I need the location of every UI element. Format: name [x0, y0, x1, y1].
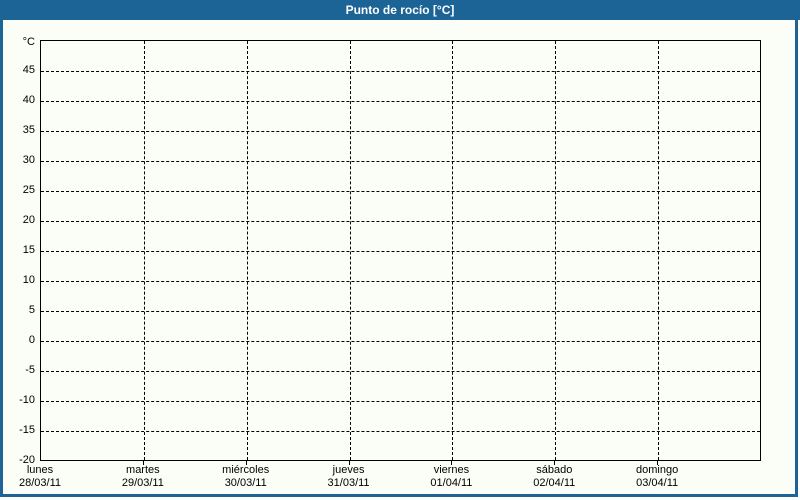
y-gridline--5 [41, 371, 760, 372]
y-gridline-40 [41, 101, 760, 102]
y-tick-label--10: -10 [19, 394, 35, 406]
x-tick-label-domingo: domingo 03/04/11 [602, 464, 712, 490]
y-tick-label-0: 0 [28, 334, 35, 346]
x-tick-label-martes: martes 29/03/11 [88, 464, 198, 490]
x-tick-label-lunes: lunes 28/03/11 [0, 464, 95, 490]
y-gridline-30 [41, 161, 760, 162]
x-gridline-domingo [658, 41, 660, 460]
y-gridline-35 [41, 131, 760, 132]
chart-title: Punto de rocío [°C] [345, 3, 455, 17]
day-date: 29/03/11 [121, 477, 164, 489]
y-tick-label-10: 10 [22, 274, 35, 286]
y-gridline-10 [41, 281, 760, 282]
day-name: miércoles [222, 464, 270, 476]
y-axis-unit-label: °C [22, 36, 35, 48]
day-date: 02/04/11 [533, 477, 576, 489]
y-tick-label--15: -15 [19, 424, 35, 436]
day-name: lunes [26, 464, 54, 476]
title-bar: Punto de rocío [°C] [0, 0, 800, 20]
y-gridline-5 [41, 311, 760, 312]
day-name: domingo [636, 464, 679, 476]
day-date: 31/03/11 [327, 477, 370, 489]
day-date: 28/03/11 [18, 477, 61, 489]
x-tick-label-miércoles: miércoles 30/03/11 [191, 464, 301, 490]
y-gridline-25 [41, 191, 760, 192]
y-tick-label-15: 15 [22, 244, 35, 256]
x-gridline-viernes [452, 41, 454, 460]
y-tick-label-30: 30 [22, 154, 35, 166]
y-tick-label-35: 35 [22, 124, 35, 136]
x-tick-label-jueves: jueves 31/03/11 [294, 464, 404, 490]
plot-area [40, 40, 761, 461]
day-name: sábado [536, 464, 573, 476]
x-gridline-jueves [349, 41, 351, 460]
day-date: 03/04/11 [636, 477, 679, 489]
y-tick-label-20: 20 [22, 214, 35, 226]
day-name: jueves [332, 464, 365, 476]
y-gridline--15 [41, 431, 760, 432]
y-tick-label-5: 5 [28, 304, 35, 316]
y-gridline--10 [41, 401, 760, 402]
chart-window: Punto de rocío [°C] °C 45 40 35 30 25 20 15 10 5… [0, 0, 800, 500]
y-gridline-45 [41, 71, 760, 72]
y-tick-label--5: -5 [25, 364, 35, 376]
y-gridline-15 [41, 251, 760, 252]
x-tick-label-sábado: sábado 02/04/11 [499, 464, 609, 490]
x-gridline-sábado [555, 41, 557, 460]
y-tick-label-40: 40 [22, 94, 35, 106]
day-name: martes [126, 464, 160, 476]
x-tick-label-viernes: viernes 01/04/11 [396, 464, 506, 490]
x-gridline-miércoles [246, 41, 248, 460]
x-gridline-martes [143, 41, 145, 460]
y-gridline-0 [41, 341, 760, 342]
y-tick-label-45: 45 [22, 64, 35, 76]
y-tick-label-25: 25 [22, 184, 35, 196]
y-gridline-20 [41, 221, 760, 222]
day-date: 30/03/11 [224, 477, 267, 489]
day-date: 01/04/11 [430, 477, 473, 489]
day-name: viernes [433, 464, 470, 476]
